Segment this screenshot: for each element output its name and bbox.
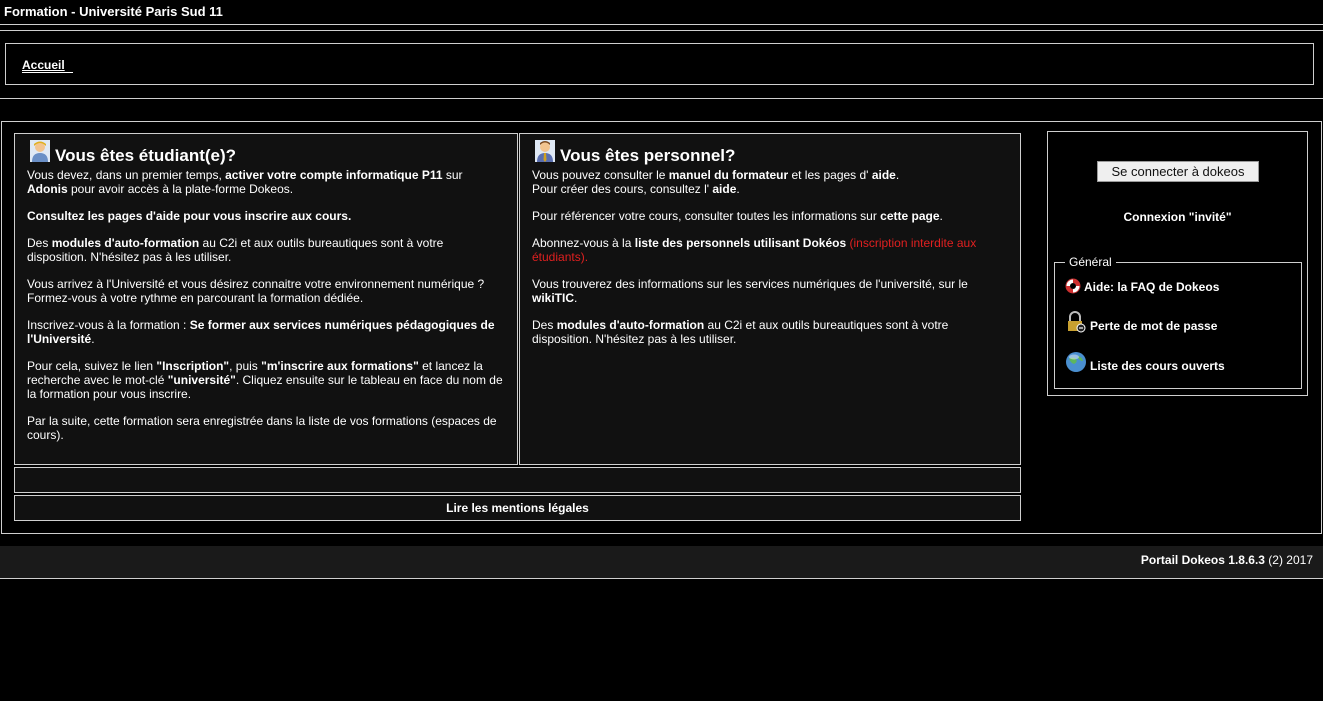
student-panel-heading: Vous êtes étudiant(e)? bbox=[55, 146, 237, 165]
top-bar: Formation - Université Paris Sud 11 bbox=[0, 0, 1323, 22]
general-section: Général Aide: la FAQ de Dokeos Perte de … bbox=[1054, 255, 1302, 389]
staff-paragraph-reference: Pour référencer votre cours, consulter t… bbox=[532, 209, 943, 223]
footer: Portail Dokeos 1.8.6.3 (2) 2017 bbox=[0, 546, 1323, 579]
faq-link[interactable]: Aide: la FAQ de Dokeos bbox=[1065, 278, 1219, 294]
login-sidebar: Se connecter à dokeos Connexion "invité"… bbox=[1047, 131, 1308, 396]
globe-icon bbox=[1066, 352, 1086, 372]
staff-mailing-list-link[interactable]: liste des personnels utilisant Dokéos bbox=[635, 236, 846, 250]
dokeos-portal-link[interactable]: Portail Dokeos 1.8.6.3 bbox=[1141, 553, 1265, 567]
student-help-link[interactable]: aide bbox=[156, 209, 180, 223]
divider bbox=[0, 30, 1323, 31]
padlock-icon bbox=[1068, 311, 1086, 333]
general-section-legend: Général bbox=[1065, 255, 1116, 269]
student-paragraph-followup: Par la suite, cette formation sera enreg… bbox=[27, 414, 497, 442]
login-button[interactable]: Se connecter à dokeos bbox=[1097, 161, 1259, 182]
self-training-modules-link[interactable]: modules d'auto-formation bbox=[52, 236, 200, 250]
create-course-help-link[interactable]: aide bbox=[712, 182, 736, 196]
faq-link-label: Aide: la FAQ de Dokeos bbox=[1084, 280, 1220, 294]
breadcrumb: Accueil bbox=[5, 43, 1314, 85]
staff-paragraph-manual: Vous pouvez consulter le manuel du forma… bbox=[532, 168, 900, 196]
lost-password-link[interactable]: Perte de mot de passe bbox=[1065, 311, 1217, 333]
student-paragraph-arrival: Vous arrivez à l'Université et vous dési… bbox=[27, 277, 485, 305]
guest-login-link[interactable]: Connexion "invité" bbox=[1048, 210, 1307, 224]
staff-icon bbox=[535, 140, 555, 162]
footer-suffix: (2) 2017 bbox=[1264, 553, 1313, 567]
student-paragraph-account: Vous devez, dans un premier temps, activ… bbox=[27, 168, 463, 196]
divider bbox=[0, 24, 1323, 25]
adonis-link[interactable]: Adonis bbox=[27, 182, 68, 196]
wikitic-link[interactable]: wikiTIC bbox=[532, 291, 574, 305]
breadcrumb-home-link[interactable]: Accueil bbox=[22, 58, 73, 73]
student-panel: Vous êtes étudiant(e)? Vous devez, dans … bbox=[14, 133, 518, 465]
activate-account-link[interactable]: activer votre compte informatique P11 bbox=[225, 168, 442, 182]
student-paragraph-help: Consultez les pages d'aide pour vous ins… bbox=[27, 209, 352, 223]
staff-help-link[interactable]: aide bbox=[872, 168, 896, 182]
lost-password-link-label: Perte de mot de passe bbox=[1090, 319, 1218, 333]
staff-paragraph-modules: Des modules d'auto-formation au C2i et a… bbox=[532, 318, 949, 346]
student-icon bbox=[30, 140, 50, 162]
student-paragraph-modules: Des modules d'auto-formation au C2i et a… bbox=[27, 236, 444, 264]
staff-panel-heading: Vous êtes personnel? bbox=[560, 146, 736, 165]
register-courses-link[interactable]: inscrire aux cours. bbox=[245, 209, 352, 223]
staff-self-training-modules-link[interactable]: modules d'auto-formation bbox=[557, 318, 705, 332]
open-courses-link[interactable]: Liste des cours ouverts bbox=[1065, 351, 1225, 373]
course-reference-page-link[interactable]: cette page bbox=[880, 209, 939, 223]
staff-paragraph-wikitic: Vous trouverez des informations sur les … bbox=[532, 277, 968, 305]
divider bbox=[0, 98, 1323, 99]
site-title: Formation - Université Paris Sud 11 bbox=[4, 4, 223, 19]
student-paragraph-instructions: Pour cela, suivez le lien "Inscription",… bbox=[27, 359, 503, 401]
trainer-manual-link[interactable]: manuel du formateur bbox=[669, 168, 788, 182]
staff-paragraph-mailing-list: Abonnez-vous à la liste des personnels u… bbox=[532, 236, 977, 264]
lifebuoy-icon bbox=[1065, 278, 1081, 294]
legal-notice-bar: Lire les mentions légales bbox=[14, 495, 1021, 521]
legal-notice-link[interactable]: Lire les mentions légales bbox=[446, 501, 589, 515]
open-courses-link-label: Liste des cours ouverts bbox=[1090, 359, 1225, 373]
empty-info-bar bbox=[14, 467, 1021, 493]
footer-text: Portail Dokeos 1.8.6.3 (2) 2017 bbox=[1141, 553, 1313, 567]
student-paragraph-training: Inscrivez-vous à la formation : Se forme… bbox=[27, 318, 495, 346]
staff-panel: Vous êtes personnel? Vous pouvez consult… bbox=[519, 133, 1021, 465]
